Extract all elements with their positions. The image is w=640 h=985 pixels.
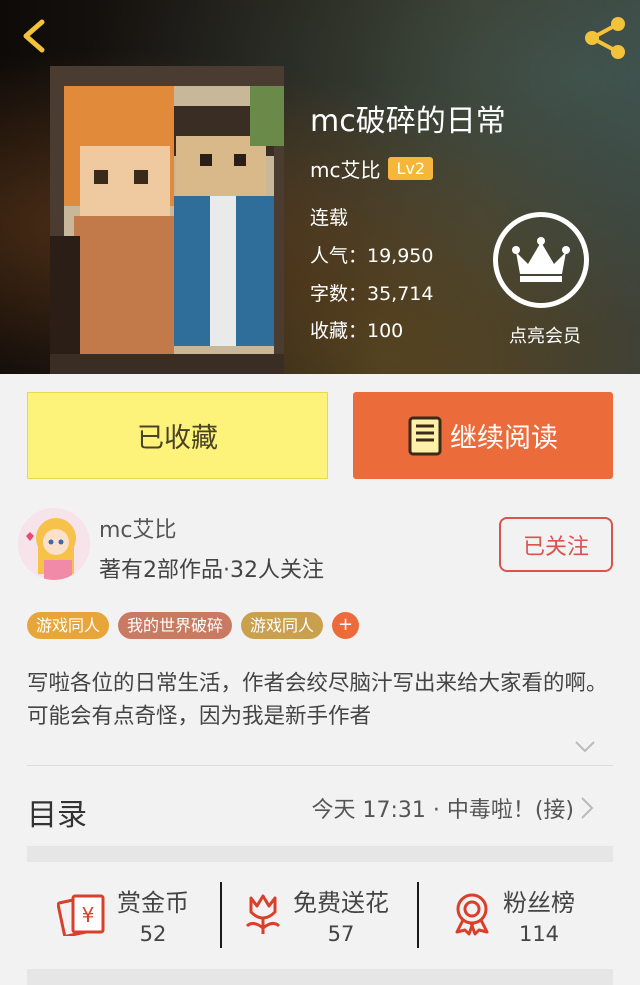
flowers-label: 免费送花 — [293, 888, 389, 917]
divider — [27, 765, 613, 766]
collected-button[interactable]: 已收藏 — [27, 392, 328, 479]
section-separator — [27, 846, 613, 862]
book-header: mc破碎的日常 mc艾比 Lv2 连载 人气：19,950 字数：35,714 … — [0, 0, 640, 374]
flowers-count: 57 — [327, 921, 355, 946]
svg-text:¥: ¥ — [82, 903, 95, 927]
avatar[interactable] — [18, 508, 90, 580]
back-icon[interactable] — [16, 16, 56, 56]
book-icon — [408, 416, 442, 455]
share-icon[interactable] — [580, 16, 630, 60]
author-card-name[interactable]: mc艾比 — [99, 512, 177, 544]
tag-item[interactable]: 我的世界破碎 — [118, 612, 233, 639]
fans-label: 粉丝榜 — [503, 888, 575, 917]
latest-chapter[interactable]: 今天 17:31 · 中毒啦！(接) — [311, 792, 574, 824]
crown-icon — [512, 237, 570, 282]
member-button[interactable] — [493, 212, 589, 308]
support-stats: ¥ 赏金币 52 免费送花 57 粉丝榜 114 — [27, 862, 613, 966]
member-label[interactable]: 点亮会员 — [480, 322, 610, 348]
author-info: mc艾比 Lv2 — [310, 154, 434, 183]
reward-label: 赏金币 — [117, 888, 189, 917]
reward-count: 52 — [139, 921, 167, 946]
fans-count: 114 — [518, 921, 560, 946]
book-cover[interactable] — [50, 66, 284, 374]
toc-title[interactable]: 目录 — [27, 790, 87, 834]
author-name[interactable]: mc艾比 — [310, 154, 380, 183]
cover-image — [50, 66, 284, 374]
level-badge: Lv2 — [388, 157, 434, 180]
book-status: 连载 — [310, 207, 349, 229]
flower-icon — [245, 894, 281, 934]
free-flowers[interactable]: 免费送花 57 — [243, 862, 389, 966]
add-tag-button[interactable]: + — [332, 612, 360, 639]
chevron-down-icon[interactable] — [574, 740, 596, 754]
tag-item[interactable]: 游戏同人 — [241, 612, 324, 639]
chevron-right-icon[interactable] — [580, 796, 594, 820]
fans-ranking[interactable]: 粉丝榜 114 — [451, 862, 575, 966]
tag-list: 游戏同人 我的世界破碎 游戏同人 + — [27, 612, 360, 639]
word-count: 字数：35,714 — [310, 283, 434, 305]
medal-icon — [455, 893, 489, 936]
popularity-count: 人气：19,950 — [310, 245, 434, 267]
tag-item[interactable]: 游戏同人 — [27, 612, 110, 639]
continue-reading-label: 继续阅读 — [450, 423, 558, 454]
book-title: mc破碎的日常 — [310, 104, 506, 139]
avatar-image — [18, 508, 90, 580]
reward-coins[interactable]: ¥ 赏金币 52 — [57, 862, 189, 966]
favorite-count: 收藏：100 — [310, 320, 404, 342]
divider — [220, 882, 222, 948]
divider — [417, 882, 419, 948]
follow-button[interactable]: 已关注 — [499, 517, 613, 572]
section-separator — [27, 969, 613, 985]
book-description: 写啦各位的日常生活，作者会绞尽脑汁写出来给大家看的啊。可能会有点奇怪，因为我是新… — [27, 671, 608, 729]
red-envelope-icon: ¥ — [57, 894, 105, 936]
author-card-meta: 著有2部作品·32人关注 — [99, 558, 324, 583]
continue-reading-button[interactable]: 继续阅读 — [353, 392, 613, 479]
